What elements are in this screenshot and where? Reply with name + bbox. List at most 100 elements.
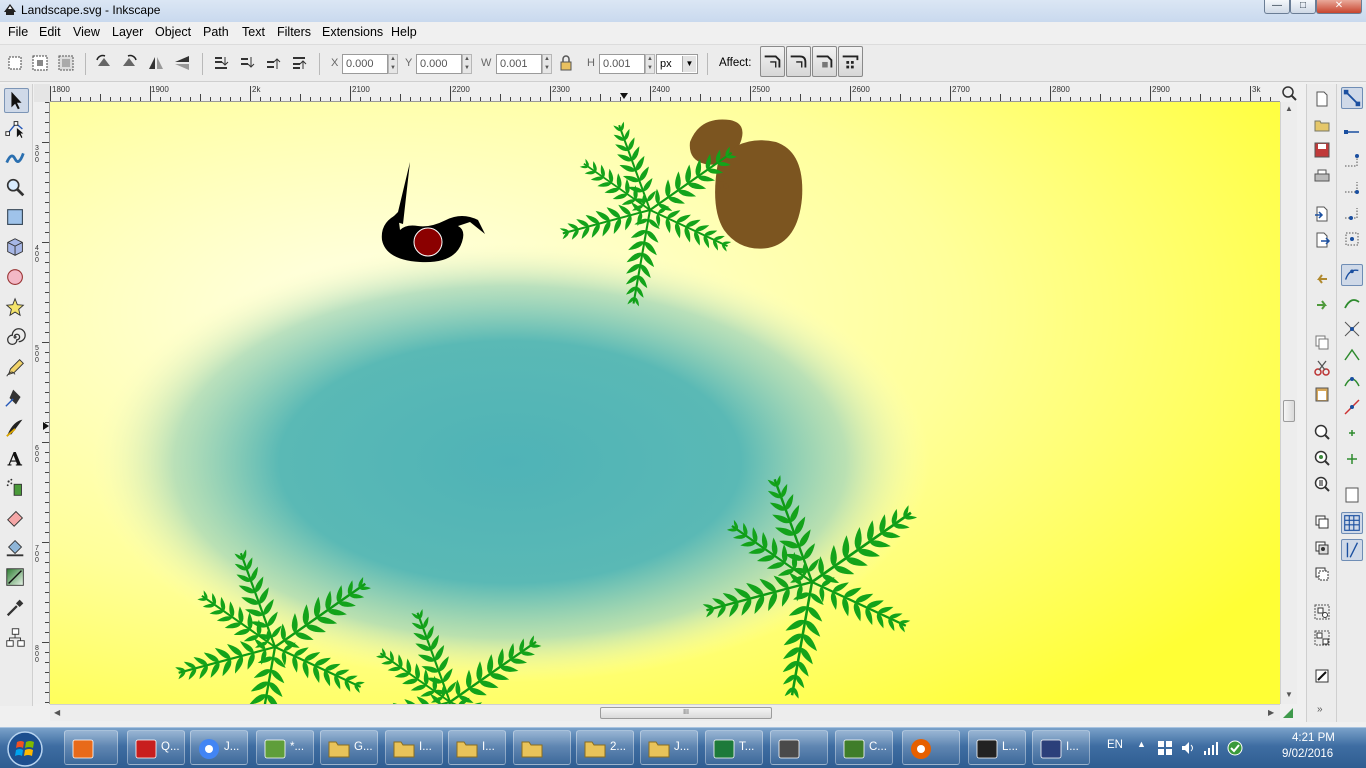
show-hidden-icons-icon[interactable]: ▲ (1137, 739, 1146, 749)
horizontal-ruler[interactable]: 1800 1900 2k 2100 2200 2300 2400 2500 26… (50, 84, 1280, 102)
taskbar-item[interactable]: L... (968, 730, 1026, 765)
menu-help[interactable]: Help (391, 25, 417, 39)
taskbar-item[interactable]: I... (1032, 730, 1090, 765)
taskbar-item[interactable] (64, 730, 118, 765)
dropper-tool[interactable] (4, 596, 29, 621)
select-tool[interactable] (4, 88, 29, 113)
menu-layer[interactable]: Layer (112, 25, 143, 39)
taskbar-item[interactable]: I... (448, 730, 506, 765)
snap-rotation-center-icon[interactable] (1341, 448, 1363, 470)
volume-icon[interactable] (1180, 740, 1196, 756)
eraser-tool[interactable] (4, 506, 29, 531)
snap-bbox-centers-icon[interactable] (1341, 228, 1363, 250)
undo-icon[interactable] (1313, 269, 1331, 287)
snap-nodes-toggle[interactable] (1341, 264, 1363, 286)
copy-icon[interactable] (1313, 333, 1331, 351)
unit-select[interactable]: px ▼ (656, 54, 698, 74)
calligraphy-tool[interactable] (4, 416, 29, 441)
lock-icon[interactable] (557, 54, 575, 72)
taskbar-item[interactable]: 2... (576, 730, 634, 765)
scroll-left-icon[interactable]: ◀ (54, 708, 60, 717)
taskbar-item[interactable]: I... (385, 730, 443, 765)
x-field[interactable]: 0.000 (342, 54, 388, 74)
snap-midpoints-icon[interactable] (1341, 396, 1363, 418)
maximize-button[interactable]: □ (1290, 0, 1316, 14)
move-gradients-button[interactable] (812, 46, 837, 77)
security-icon[interactable] (1226, 739, 1244, 757)
clone-icon[interactable] (1313, 539, 1331, 557)
select-all-layers-icon[interactable] (31, 54, 49, 72)
taskbar-item[interactable]: J... (640, 730, 698, 765)
zoom-selection-icon[interactable] (1313, 423, 1331, 441)
taskbar-item[interactable]: Q... (127, 730, 185, 765)
snap-paths-icon[interactable] (1341, 292, 1363, 314)
scroll-right-icon[interactable]: ▶ (1268, 708, 1274, 717)
w-spinner[interactable]: ▲ ▼ (542, 54, 552, 74)
vertical-ruler[interactable]: 300 400 500 600 700 800 (34, 102, 50, 704)
lower-icon[interactable] (238, 54, 256, 72)
open-folder-icon[interactable] (1313, 116, 1331, 134)
group-icon[interactable] (1313, 603, 1331, 621)
spray-tool[interactable] (4, 476, 29, 501)
snap-intersections-icon[interactable] (1341, 318, 1363, 340)
menu-edit[interactable]: Edit (39, 25, 61, 39)
zoom-drawing-icon[interactable] (1313, 449, 1331, 467)
export-icon[interactable] (1313, 231, 1331, 249)
taskbar-item[interactable] (513, 730, 571, 765)
scroll-up-icon[interactable]: ▲ (1285, 104, 1293, 113)
deselect-icon[interactable] (57, 54, 75, 72)
language-indicator[interactable]: EN (1107, 739, 1123, 751)
menu-path[interactable]: Path (203, 25, 229, 39)
menu-view[interactable]: View (73, 25, 100, 39)
snap-object-centers-icon[interactable] (1341, 422, 1363, 444)
menu-filters[interactable]: Filters (277, 25, 311, 39)
vertical-scroll-thumb[interactable] (1283, 400, 1295, 422)
menu-text[interactable]: Text (242, 25, 265, 39)
snap-page-border-icon[interactable] (1341, 484, 1363, 506)
snap-bbox-corners-icon[interactable] (1341, 176, 1363, 198)
pond[interactable] (90, 242, 930, 682)
raise-to-top-icon[interactable] (290, 54, 308, 72)
new-document-icon[interactable] (1313, 90, 1331, 108)
horizontal-scrollbar[interactable]: ◀ III ▶ (50, 704, 1280, 721)
pencil-tool[interactable] (4, 356, 29, 381)
snap-guides-toggle[interactable] (1341, 539, 1363, 561)
zoom-tool[interactable] (4, 176, 29, 201)
bucket-tool[interactable] (4, 536, 29, 561)
flip-horizontal-icon[interactable] (147, 54, 165, 72)
y-field[interactable]: 0.000 (416, 54, 462, 74)
zoom-fit-icon[interactable] (1280, 84, 1298, 102)
taskbar-item[interactable]: G... (320, 730, 378, 765)
paste-icon[interactable] (1313, 385, 1331, 403)
snap-cusp-nodes-icon[interactable] (1341, 344, 1363, 366)
scroll-down-icon[interactable]: ▼ (1285, 690, 1293, 699)
star-tool[interactable] (4, 296, 29, 321)
taskbar-item[interactable]: *... (256, 730, 314, 765)
more-commands-icon[interactable]: » (1317, 704, 1323, 715)
scale-stroke-button[interactable] (760, 46, 785, 77)
gradient-tool[interactable] (4, 566, 29, 591)
cut-icon[interactable] (1313, 359, 1331, 377)
h-spinner[interactable]: ▲ ▼ (645, 54, 655, 74)
x-spinner[interactable]: ▲ ▼ (388, 54, 398, 74)
clock-time[interactable]: 4:21 PM (1292, 732, 1335, 744)
start-button[interactable] (5, 729, 45, 768)
move-patterns-button[interactable] (838, 46, 863, 77)
zoom-page-icon[interactable] (1313, 475, 1331, 493)
horizontal-scroll-thumb[interactable]: III (600, 707, 772, 719)
taskbar-item[interactable]: T... (705, 730, 763, 765)
fill-stroke-icon[interactable] (1313, 667, 1331, 685)
menu-file[interactable]: File (8, 25, 28, 39)
taskbar-item[interactable] (770, 730, 828, 765)
pen-tool[interactable] (4, 386, 29, 411)
taskbar-item[interactable] (902, 730, 960, 765)
action-center-icon[interactable] (1157, 740, 1173, 756)
h-field[interactable]: 0.001 (599, 54, 645, 74)
tweak-tool[interactable] (4, 146, 29, 171)
node-tool[interactable] (4, 117, 29, 142)
resize-grip-icon[interactable] (1281, 706, 1295, 720)
close-button[interactable]: ✕ (1316, 0, 1362, 14)
snap-bbox-edges-icon[interactable] (1341, 150, 1363, 172)
network-icon[interactable] (1203, 740, 1219, 756)
menu-object[interactable]: Object (155, 25, 191, 39)
